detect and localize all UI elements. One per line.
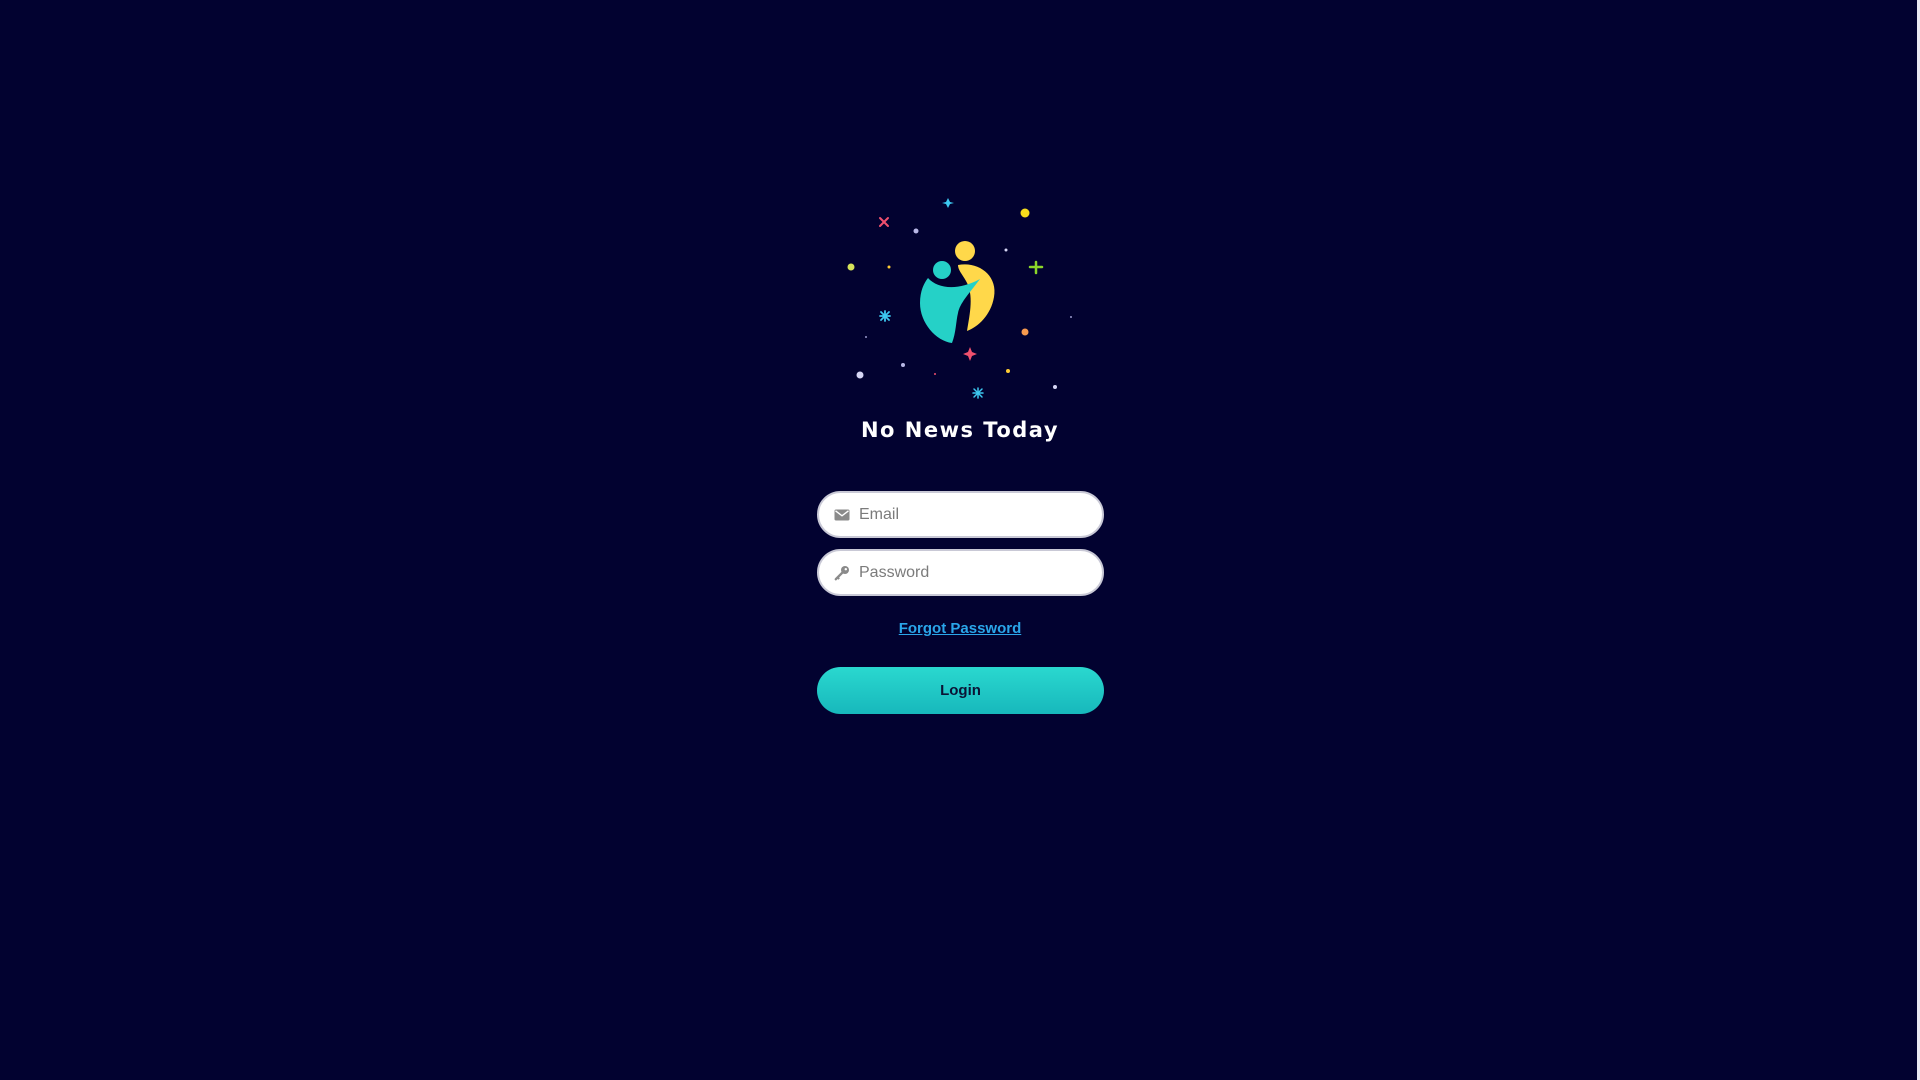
mail-icon [833, 506, 851, 524]
password-field[interactable] [817, 549, 1104, 596]
app-logo [847, 198, 1072, 399]
email-field[interactable] [817, 491, 1104, 538]
login-screen: No News Today Forgot Password Login [0, 0, 1920, 1080]
email-input[interactable] [859, 505, 1089, 524]
forgot-password-link[interactable]: Forgot Password [860, 620, 1060, 637]
password-input[interactable] [859, 563, 1089, 582]
login-button[interactable]: Login [817, 667, 1104, 714]
key-icon [833, 564, 851, 582]
app-title: No News Today [860, 418, 1060, 442]
